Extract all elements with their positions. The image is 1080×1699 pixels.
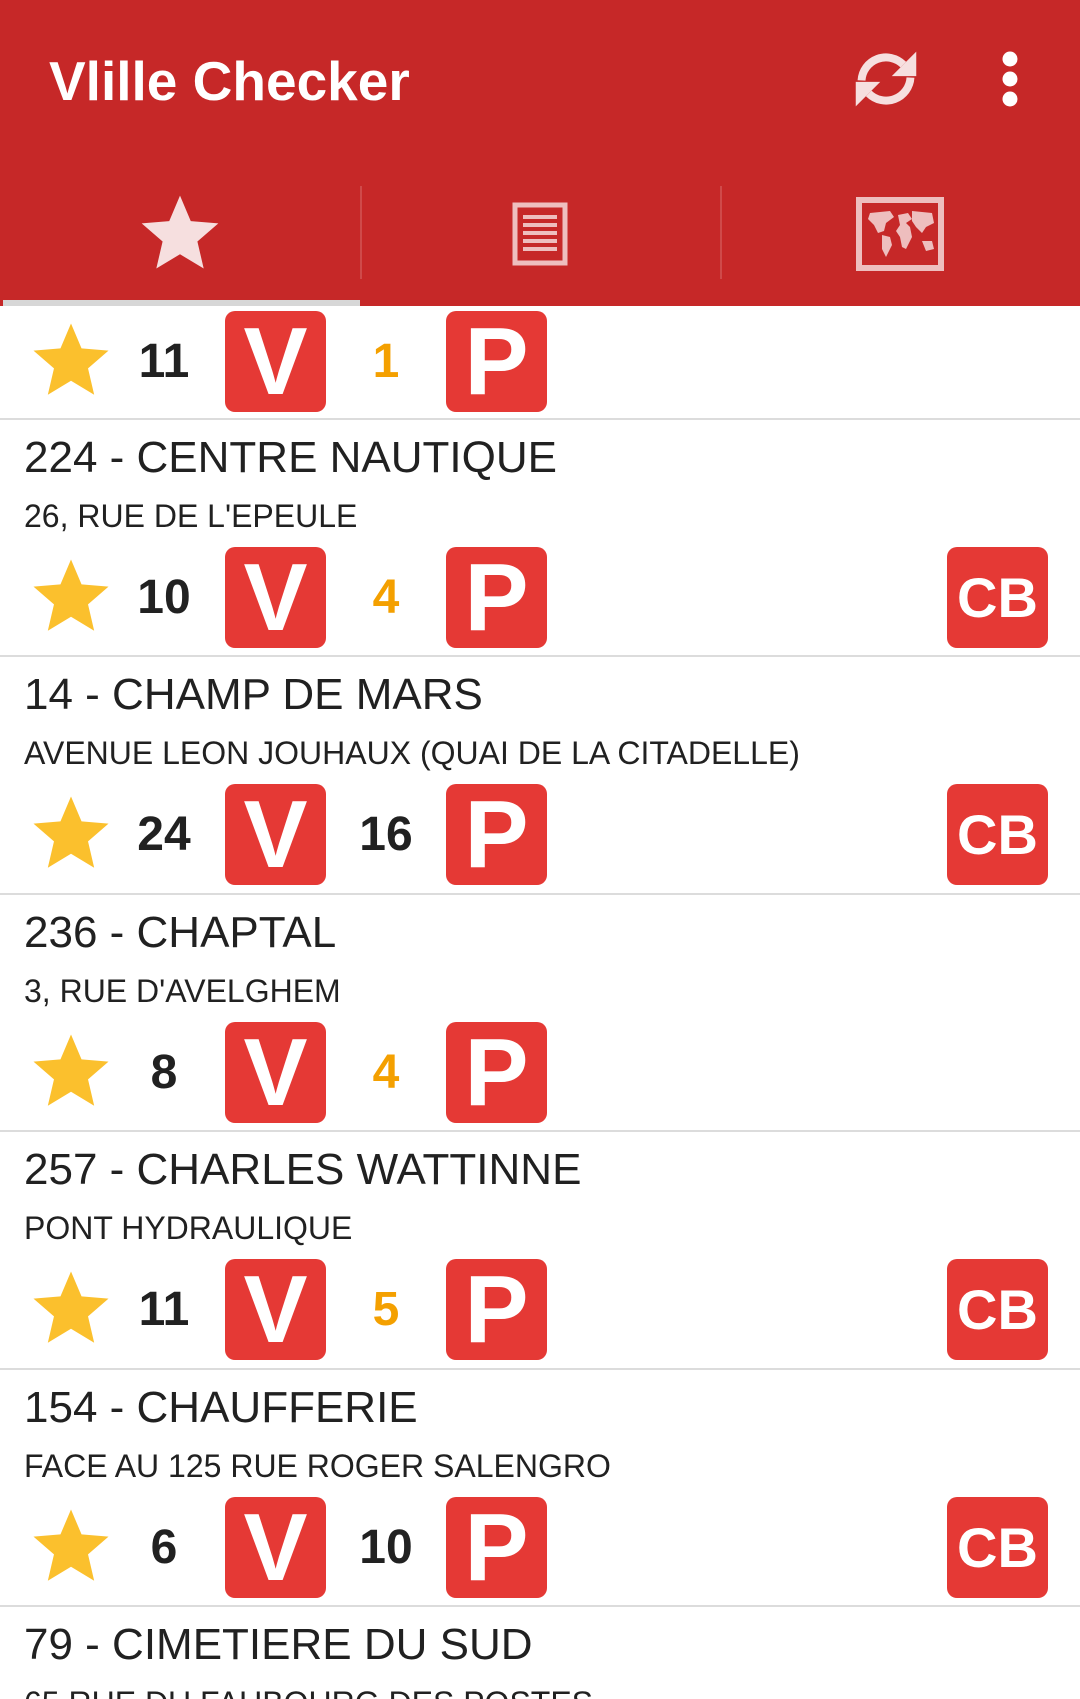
station-stats: 6 V 10 P CB xyxy=(0,1496,1080,1598)
app-title: Vlille Checker xyxy=(49,50,410,112)
bikes-badge: V xyxy=(225,1259,326,1361)
station-item[interactable]: 257 - CHARLES WATTINNE PONT HYDRAULIQUE … xyxy=(0,1132,1080,1370)
free-docks-count: 16 xyxy=(359,808,413,862)
station-stats: 10 V 4 P CB xyxy=(0,547,1080,648)
station-address: AVENUE LEON JOUHAUX (QUAI DE LA CITADELL… xyxy=(24,735,800,772)
free-docks-count: 4 xyxy=(372,571,400,624)
docks-badge: P xyxy=(446,311,547,412)
more-vert-icon xyxy=(1002,51,1018,107)
station-address: FACE AU 125 RUE ROGER SALENGRO xyxy=(24,1447,611,1484)
star-icon xyxy=(141,195,219,269)
free-docks-count: 10 xyxy=(359,1520,413,1574)
bikes-badge: V xyxy=(225,784,326,886)
app-bar: Vlille Checker xyxy=(0,0,1080,306)
list-icon xyxy=(512,202,568,266)
available-bikes-count: 6 xyxy=(150,1520,178,1574)
tab-map[interactable] xyxy=(720,162,1080,306)
docks-badge: P xyxy=(446,547,547,648)
toolbar: Vlille Checker xyxy=(0,0,1080,162)
station-name: 79 - CIMETIERE DU SUD xyxy=(24,1619,533,1669)
tab-favorites[interactable] xyxy=(0,162,360,306)
docks-badge: P xyxy=(446,784,547,886)
station-name: 236 - CHAPTAL xyxy=(24,907,337,957)
available-bikes-count: 10 xyxy=(137,571,191,624)
favorite-star-icon[interactable] xyxy=(26,789,116,879)
station-stats: 11 V 5 P CB xyxy=(0,1259,1080,1361)
station-stats: 24 V 16 P CB xyxy=(0,784,1080,886)
station-item[interactable]: 236 - CHAPTAL 3, RUE D'AVELGHEM 8 V 4 P … xyxy=(0,895,1080,1133)
station-name: 154 - CHAUFFERIE xyxy=(24,1382,418,1432)
station-address: 26, RUE DE L'EPEULE xyxy=(24,498,358,534)
bikes-badge: V xyxy=(225,1496,326,1598)
favorite-star-icon[interactable] xyxy=(26,1502,116,1592)
bikes-badge: V xyxy=(225,547,326,648)
docks-badge: P xyxy=(446,1496,547,1598)
station-list[interactable]: 11 V 1 P CB 224 - CENTRE NAUTIQUE 26, RU… xyxy=(0,306,1080,1699)
docks-badge: P xyxy=(446,1259,547,1361)
station-name: 14 - CHAMP DE MARS xyxy=(24,670,483,720)
refresh-icon xyxy=(855,51,917,107)
favorite-star-icon[interactable] xyxy=(26,316,116,406)
available-bikes-count: 24 xyxy=(137,808,191,862)
station-name: 224 - CENTRE NAUTIQUE xyxy=(24,433,557,482)
free-docks-count: 4 xyxy=(372,1045,400,1099)
station-item[interactable]: 154 - CHAUFFERIE FACE AU 125 RUE ROGER S… xyxy=(0,1370,1080,1607)
available-bikes-count: 11 xyxy=(138,1283,190,1337)
tab-list[interactable] xyxy=(360,162,720,306)
station-item[interactable]: 11 V 1 P CB xyxy=(0,306,1080,420)
station-stats: 11 V 1 P CB xyxy=(0,311,1080,412)
docks-badge: P xyxy=(446,1021,547,1123)
card-payment-badge: CB xyxy=(947,784,1048,886)
free-docks-count: 1 xyxy=(372,335,400,388)
station-address: 3, RUE D'AVELGHEM xyxy=(24,972,341,1009)
station-item[interactable]: 224 - CENTRE NAUTIQUE 26, RUE DE L'EPEUL… xyxy=(0,420,1080,658)
tab-bar xyxy=(0,162,1080,306)
available-bikes-count: 8 xyxy=(150,1045,178,1099)
favorite-star-icon[interactable] xyxy=(26,1264,116,1354)
overflow-menu-button[interactable] xyxy=(998,49,1022,109)
map-icon xyxy=(856,197,944,271)
favorite-star-icon[interactable] xyxy=(26,1027,116,1117)
available-bikes-count: 11 xyxy=(138,335,190,388)
station-item[interactable]: 79 - CIMETIERE DU SUD 65 RUE DU FAUBOURG… xyxy=(0,1607,1080,1699)
refresh-button[interactable] xyxy=(850,43,922,115)
station-name: 257 - CHARLES WATTINNE xyxy=(24,1145,582,1195)
station-item[interactable]: 14 - CHAMP DE MARS AVENUE LEON JOUHAUX (… xyxy=(0,657,1080,895)
card-payment-badge: CB xyxy=(947,1496,1048,1598)
bikes-badge: V xyxy=(225,311,326,412)
station-address: 65 RUE DU FAUBOURG DES POSTES xyxy=(24,1684,593,1699)
card-payment-badge: CB xyxy=(947,1259,1048,1361)
station-address: PONT HYDRAULIQUE xyxy=(24,1210,353,1247)
station-stats: 8 V 4 P CB xyxy=(0,1021,1080,1123)
bikes-badge: V xyxy=(225,1021,326,1123)
favorite-star-icon[interactable] xyxy=(26,552,116,642)
free-docks-count: 5 xyxy=(372,1283,400,1337)
card-payment-badge: CB xyxy=(947,547,1048,648)
